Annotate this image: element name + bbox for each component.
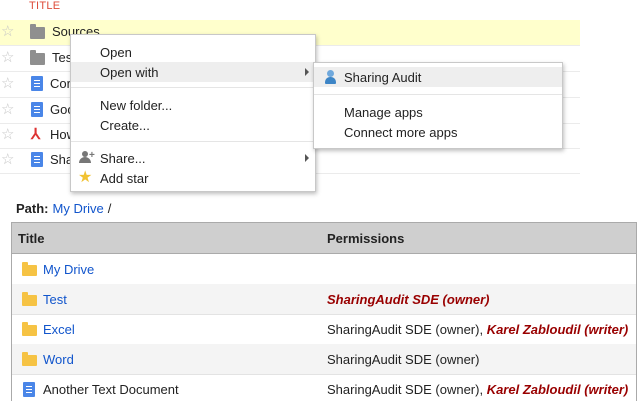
table-row: Word SharingAudit SDE (owner) (12, 344, 636, 375)
breadcrumb-separator: / (107, 201, 112, 216)
column-header-title: Title (18, 231, 45, 246)
menu-item-label: Add star (100, 171, 149, 186)
submenu-item-manage-apps[interactable]: Manage apps (314, 102, 562, 122)
menu-divider (71, 87, 315, 88)
menu-divider (314, 94, 562, 95)
table-row: Excel SharingAudit SDE (owner), Karel Za… (12, 314, 636, 345)
star-icon[interactable]: ☆ (1, 23, 14, 41)
star-icon[interactable]: ☆ (1, 101, 14, 119)
context-menu: Open Open with New folder... Create... +… (70, 34, 316, 192)
menu-item-label: Share... (100, 151, 146, 166)
menu-item-label: New folder... (100, 98, 173, 113)
row-permissions: SharingAudit SDE (owner), Karel Zabloudi… (327, 382, 628, 397)
folder-icon (22, 352, 37, 366)
permissions-table: Title Permissions My Drive Test SharingA… (11, 222, 637, 401)
breadcrumb: Path: My Drive / (16, 201, 111, 216)
folder-icon (22, 262, 37, 276)
owner-permission: SharingAudit SDE (owner) (327, 352, 480, 367)
menu-item-create[interactable]: Create... (71, 115, 315, 135)
owner-permission: SharingAudit SDE (owner), (327, 322, 487, 337)
open-with-submenu: Sharing Audit Manage apps Connect more a… (313, 62, 563, 149)
pdf-icon: ⅄ (31, 126, 41, 143)
breadcrumb-link-my-drive[interactable]: My Drive (53, 201, 104, 216)
owner-permission: SharingAudit SDE (owner), (327, 382, 487, 397)
table-row: My Drive (12, 254, 636, 285)
star-icon: ★ (78, 169, 93, 186)
owner-permission: SharingAudit SDE (owner) (327, 292, 490, 307)
row-permissions: SharingAudit SDE (owner) (327, 292, 490, 307)
document-icon (31, 152, 43, 167)
folder-icon (30, 50, 45, 65)
menu-item-new-folder[interactable]: New folder... (71, 95, 315, 115)
column-header-permissions: Permissions (327, 231, 405, 246)
menu-item-label: Open with (100, 65, 159, 80)
submenu-item-label: Connect more apps (344, 125, 458, 140)
document-icon (23, 382, 35, 397)
submenu-item-label: Sharing Audit (344, 70, 422, 85)
menu-item-label: Open (100, 45, 132, 60)
menu-divider (71, 141, 315, 142)
submenu-arrow-icon (305, 154, 309, 162)
title-column-header[interactable]: TITLE (29, 0, 60, 12)
row-title-link[interactable]: Word (43, 352, 74, 367)
row-permissions: SharingAudit SDE (owner) (327, 352, 479, 367)
writer-permission: Karel Zabloudil (writer) (486, 382, 629, 397)
submenu-item-connect-more-apps[interactable]: Connect more apps (314, 122, 562, 142)
star-icon[interactable]: ☆ (1, 75, 14, 93)
submenu-arrow-icon (305, 68, 309, 76)
table-header: Title Permissions (12, 223, 636, 254)
submenu-item-sharing-audit[interactable]: Sharing Audit (314, 67, 562, 87)
folder-icon (22, 322, 37, 336)
menu-item-add-star[interactable]: ★ Add star (71, 168, 315, 188)
submenu-item-label: Manage apps (344, 105, 423, 120)
document-icon (31, 76, 43, 91)
menu-item-label: Create... (100, 118, 150, 133)
table-row: Test SharingAudit SDE (owner) (12, 284, 636, 315)
table-row: Another Text Document SharingAudit SDE (… (12, 374, 636, 401)
sharing-audit-app-icon (324, 70, 337, 84)
document-icon (31, 102, 43, 117)
star-icon[interactable]: ☆ (1, 49, 14, 67)
row-title-link[interactable]: Test (43, 292, 67, 307)
row-title-link[interactable]: Excel (43, 322, 75, 337)
row-title: Another Text Document (43, 382, 179, 397)
folder-icon (30, 24, 45, 39)
menu-item-share[interactable]: + Share... (71, 148, 315, 168)
writer-permission: Karel Zabloudil (writer) (486, 322, 629, 337)
row-title-link[interactable]: My Drive (43, 262, 94, 277)
row-permissions: SharingAudit SDE (owner), Karel Zabloudi… (327, 322, 628, 337)
menu-item-open[interactable]: Open (71, 42, 315, 62)
menu-item-open-with[interactable]: Open with (71, 62, 315, 82)
file-name[interactable]: Cor (50, 76, 71, 91)
star-icon[interactable]: ☆ (1, 126, 14, 144)
star-icon[interactable]: ☆ (1, 151, 14, 169)
path-label: Path: (16, 201, 49, 216)
folder-icon (22, 292, 37, 306)
add-person-icon: + (79, 151, 95, 163)
